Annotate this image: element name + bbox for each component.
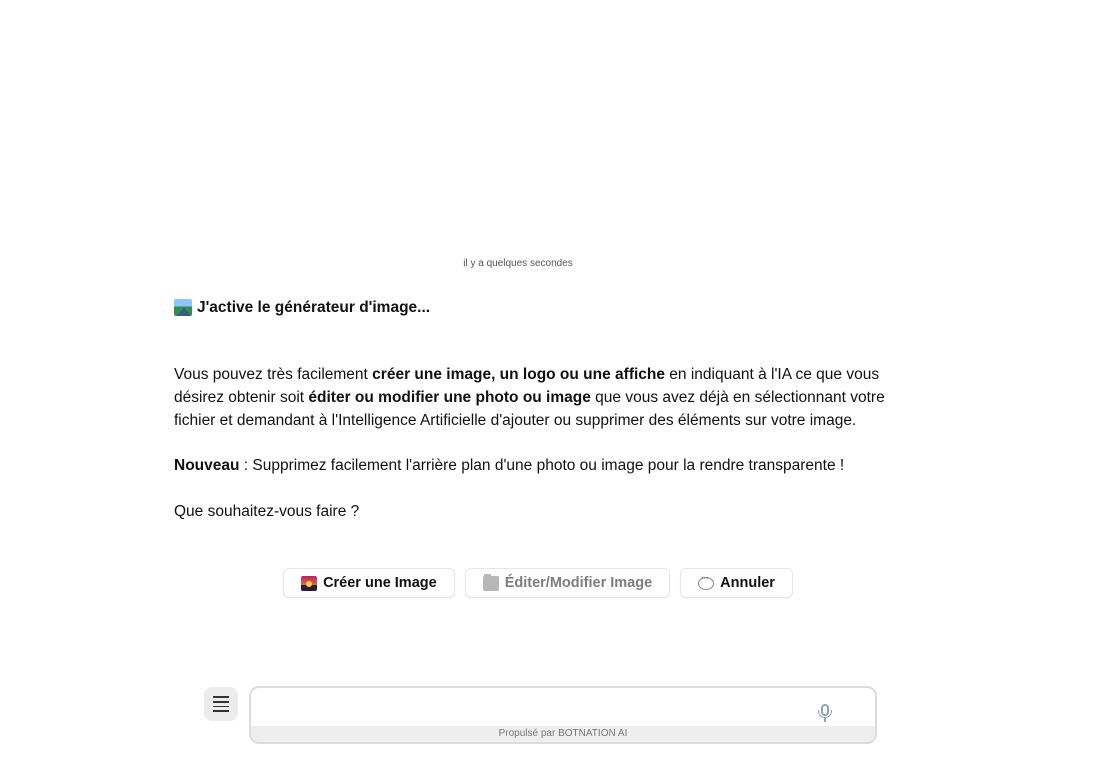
message-title: J'active le générateur d'image... (174, 296, 914, 319)
cancel-label: Annuler (720, 575, 775, 591)
message-timestamp: il y a quelques secondes (463, 258, 573, 269)
quick-reply-buttons: Créer une Image Éditer/Modifier Image An… (0, 568, 1076, 598)
message-body: Vous pouvez très facilement créer une im… (174, 363, 914, 432)
hamburger-line (213, 705, 229, 708)
sunset-icon (301, 575, 318, 591)
create-image-label: Créer une Image (323, 575, 437, 591)
cancel-button[interactable]: Annuler (680, 568, 793, 598)
message-composer: Propulsé par BOTNATION AI (249, 686, 877, 744)
hamburger-menu-icon (213, 696, 229, 698)
edit-image-label: Éditer/Modifier Image (504, 575, 653, 591)
hamburger-line (213, 710, 229, 712)
message-input[interactable] (251, 688, 811, 728)
hamburger-menu-button[interactable] (204, 687, 238, 721)
edit-image-button[interactable]: Éditer/Modifier Image (464, 568, 671, 598)
create-image-button[interactable]: Créer une Image (283, 568, 455, 598)
folder-icon (482, 573, 499, 591)
landscape-picture-icon (174, 299, 192, 316)
body-text: Vous pouvez très facilement (174, 366, 373, 383)
new-label: Nouveau (174, 457, 240, 474)
hamburger-line (213, 700, 229, 703)
message-new-feature: Nouveau : Supprimez facilement l'arrière… (174, 454, 914, 477)
speech-bubble-icon (698, 573, 715, 590)
body-bold-edit: éditer ou modifier une photo ou image (308, 389, 591, 406)
new-feature-text: : Supprimez facilement l'arrière plan d'… (239, 457, 845, 474)
message-question: Que souhaitez-vous faire ? (174, 503, 360, 520)
message-title-text: J'active le générateur d'image... (197, 299, 431, 316)
powered-by-footer: Propulsé par BOTNATION AI (251, 726, 875, 742)
body-bold-create: créer une image, un logo ou une affiche (372, 366, 665, 383)
microphone-icon[interactable] (818, 704, 832, 722)
